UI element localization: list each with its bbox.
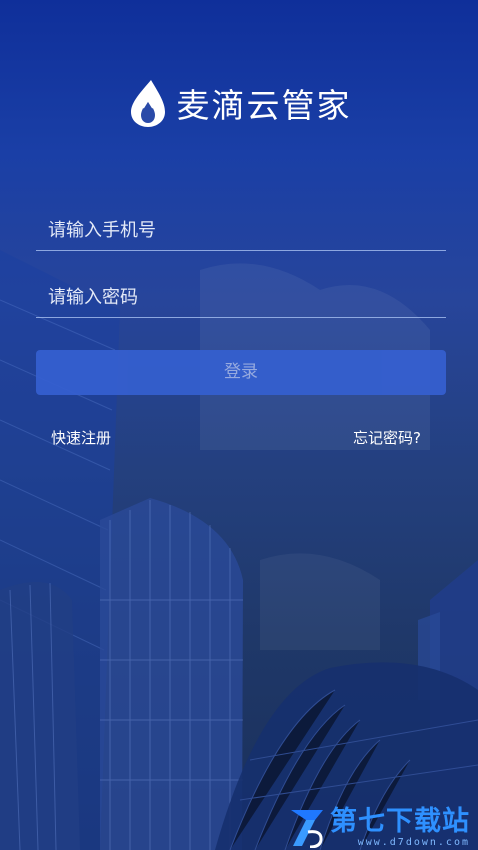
forgot-password-link[interactable]: 忘记密码? — [353, 427, 421, 448]
quick-register-link[interactable]: 快速注册 — [51, 427, 111, 448]
app-logo: 麦滴云管家 — [0, 78, 478, 128]
login-button[interactable]: 登录 — [36, 350, 446, 395]
watermark-url: www.d7down.com — [357, 837, 470, 848]
app-title: 麦滴云管家 — [176, 86, 352, 125]
password-field[interactable] — [36, 277, 446, 318]
flame-drop-icon — [130, 80, 165, 127]
watermark-logo-icon — [291, 810, 323, 848]
site-watermark: 第七下载站 www.d7down.com — [288, 806, 470, 848]
phone-field[interactable] — [36, 210, 446, 251]
watermark-title: 第七下载站 — [330, 806, 470, 837]
password-input[interactable] — [36, 277, 446, 317]
phone-input[interactable] — [36, 210, 446, 250]
